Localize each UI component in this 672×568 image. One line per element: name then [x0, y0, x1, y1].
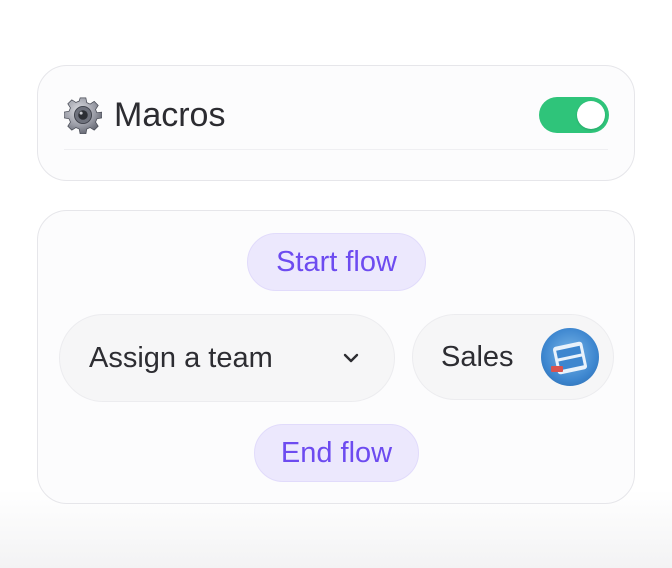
gear-icon	[64, 97, 102, 134]
team-avatar	[541, 328, 599, 386]
chevron-down-icon	[343, 353, 359, 363]
macros-header: Macros	[64, 96, 225, 134]
end-flow-pill[interactable]: End flow	[254, 424, 419, 482]
macros-toggle[interactable]	[539, 97, 609, 133]
team-chip[interactable]: Sales	[412, 314, 614, 400]
divider	[64, 149, 608, 150]
team-name: Sales	[441, 340, 514, 373]
flow-card: Start flow Assign a team Sales End flow	[37, 210, 635, 504]
assign-team-select[interactable]: Assign a team	[59, 314, 395, 402]
macros-title: Macros	[114, 96, 226, 134]
macros-card: Macros	[37, 65, 635, 181]
assign-team-label: Assign a team	[89, 341, 273, 374]
canvas: Macros Start flow Assign a team Sales En…	[0, 0, 672, 568]
start-flow-pill[interactable]: Start flow	[247, 233, 426, 291]
toggle-knob	[577, 101, 605, 129]
